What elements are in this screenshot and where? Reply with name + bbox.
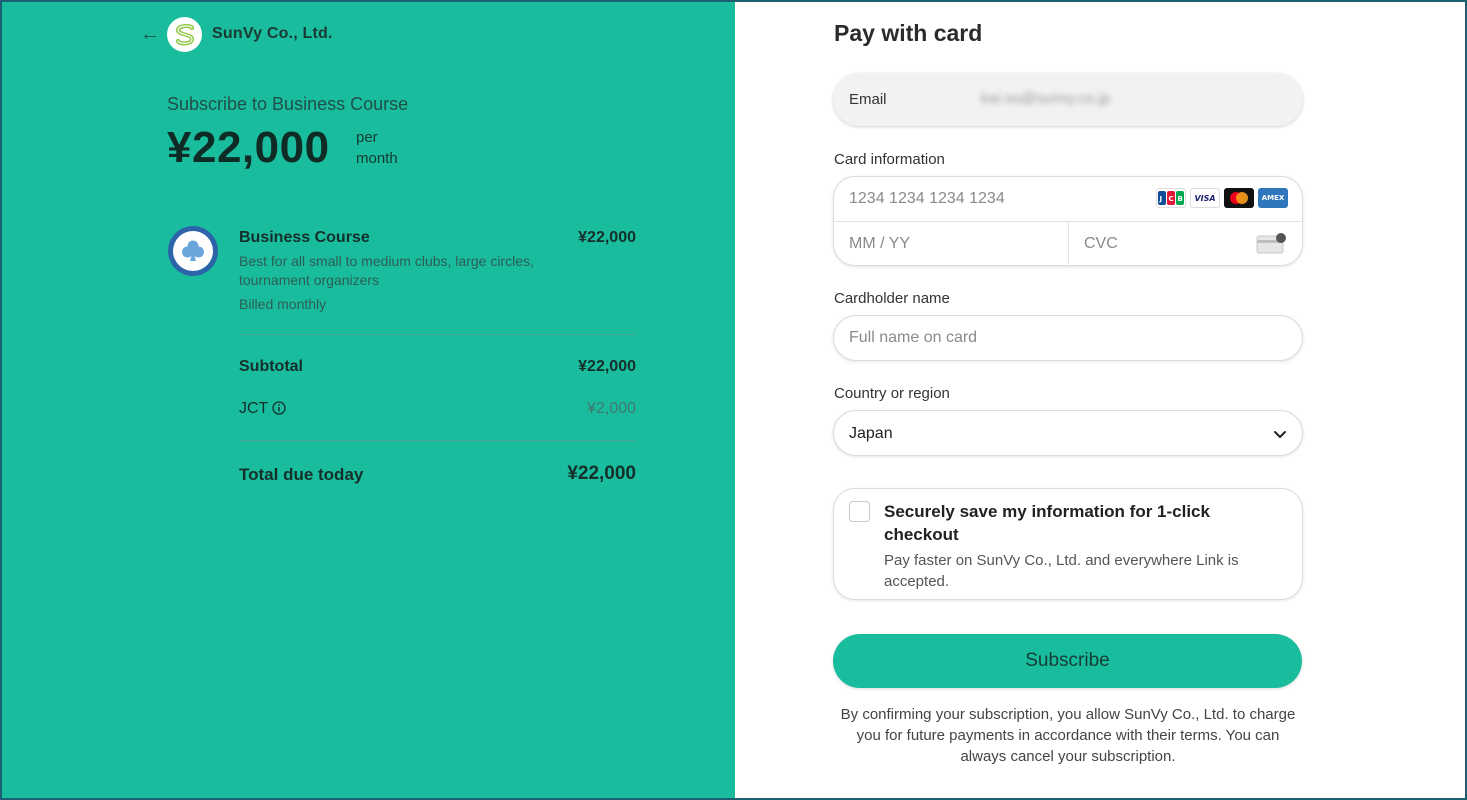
price-period: per month [356,129,398,167]
visa-icon: VISA [1190,188,1220,208]
cardholder-field [833,315,1303,361]
save-info-title: Securely save my information for 1-click… [884,502,1210,544]
cvc-card-icon [1256,233,1286,254]
cvc-input[interactable] [1084,222,1254,265]
card-info-label: Card information [834,151,945,168]
cardholder-label: Cardholder name [834,290,950,307]
card-brands: JCB VISA AMEX [1156,188,1288,208]
country-select[interactable]: Japan [833,410,1303,456]
tax-label: JCT [239,400,269,417]
line-item-billing: Billed monthly [239,296,327,312]
merchant-logo [167,17,202,52]
merchant-name: SunVy Co., Ltd. [212,25,333,42]
line-item-description: Best for all small to medium clubs, larg… [239,253,534,288]
card-info-group: JCB VISA AMEX [833,176,1303,266]
line-item-price: ¥22,000 [578,229,636,246]
legal-text: By confirming your subscription, you all… [840,706,1296,765]
total-value: ¥22,000 [567,463,636,484]
divider [1068,221,1069,265]
back-arrow-icon[interactable]: ← [139,22,161,46]
jcb-icon: JCB [1156,188,1186,208]
email-field[interactable]: Email kai.ou@sunvy.co.jp [833,73,1303,126]
tax-value: ¥2,000 [587,400,636,417]
svg-text:J: J [1159,195,1163,203]
mastercard-icon [1224,188,1254,208]
subtotal-label: Subtotal [239,358,303,375]
subscribe-title: Subscribe to Business Course [167,94,409,114]
expiry-input[interactable] [849,222,1059,265]
save-info-box: Securely save my information for 1-click… [833,488,1303,600]
email-value: kai.ou@sunvy.co.jp [981,90,1111,107]
tax-row: JCT [239,400,286,418]
svg-text:C: C [1169,195,1174,203]
svg-text:B: B [1178,195,1183,203]
subscribe-button[interactable]: Subscribe [833,634,1302,688]
save-info-checkbox[interactable] [849,501,870,522]
payment-form-title: Pay with card [834,20,983,46]
save-info-description: Pay faster on SunVy Co., Ltd. and everyw… [884,552,1239,590]
divider [239,334,636,335]
total-label: Total due today [239,465,364,484]
line-item-name: Business Course [239,229,370,246]
country-label: Country or region [834,385,950,402]
country-value: Japan [849,425,893,442]
subtotal-value: ¥22,000 [578,358,636,375]
amex-icon: AMEX [1258,188,1288,208]
course-club-icon [168,226,218,276]
chevron-down-icon [1274,431,1286,438]
price-amount: ¥22,000 [167,123,330,172]
cardholder-input[interactable] [849,316,1289,360]
card-number-input[interactable] [849,177,1149,221]
order-summary-panel: ← SunVy Co., Ltd. Subscribe to Business … [0,0,735,800]
info-icon[interactable] [272,401,286,415]
divider [239,440,636,441]
email-label: Email [849,91,887,108]
